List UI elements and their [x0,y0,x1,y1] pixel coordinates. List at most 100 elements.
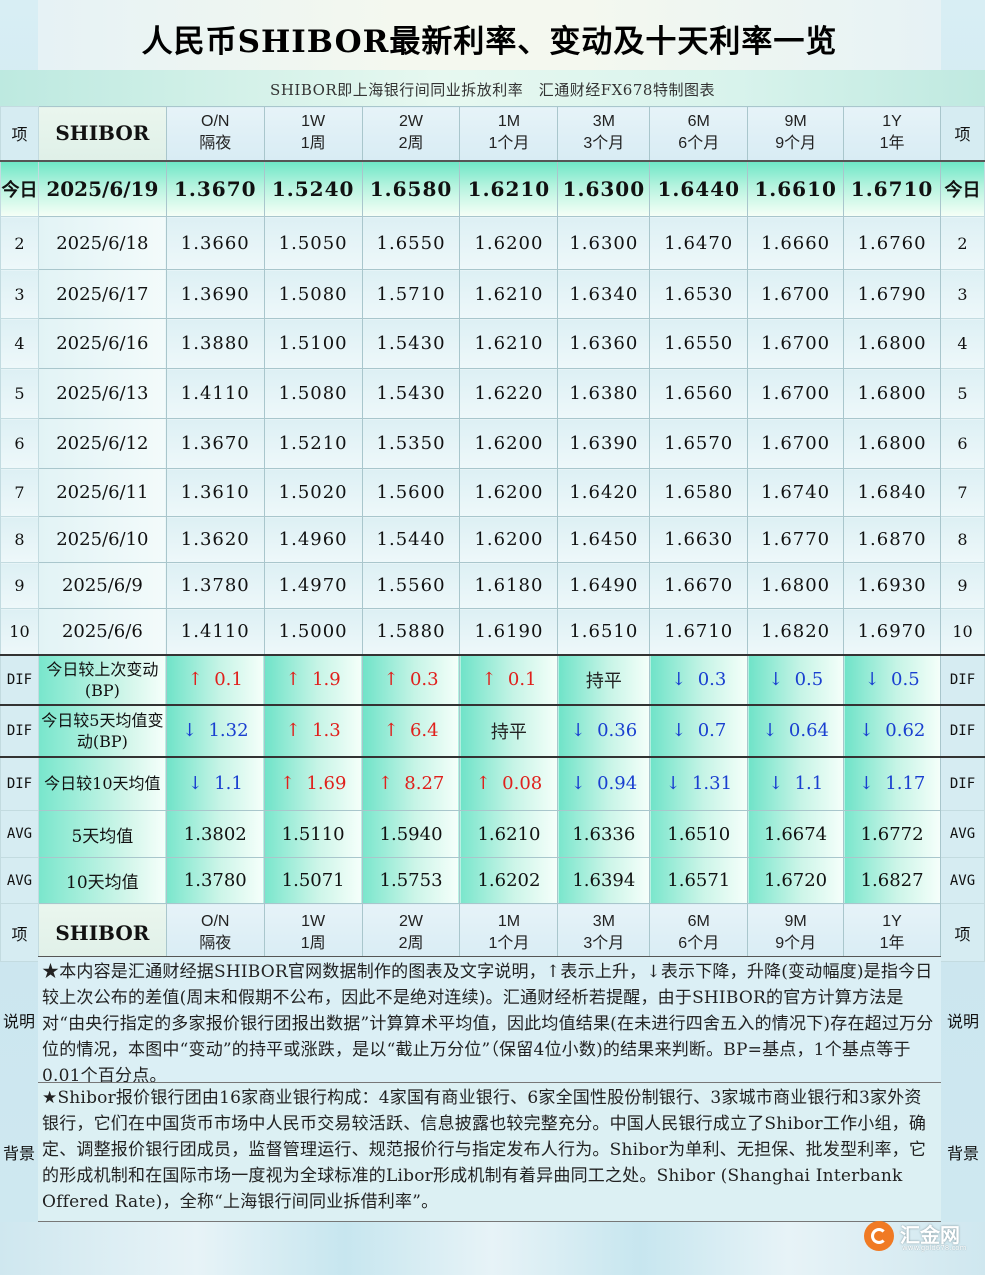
arrow-down-icon: ↓ [181,720,198,741]
dif-cell: ↓ 0.7 [649,704,749,757]
history-index-right: 6 [940,418,985,469]
dif-value: 0.7 [697,720,727,741]
dif-row: DIF 今日较10天均值 ↓ 1.1 ↑ 1.69 ↑ 8.27 ↑ 0.08 ↓ 0.94… [0,756,985,811]
avg-value: 1.5110 [263,810,363,858]
dif-value: 1.17 [885,773,926,795]
arrow-down-icon: ↓ [864,669,880,690]
history-index-right: 3 [940,269,985,319]
dif-value: 0.5 [794,669,824,690]
history-rate: 1.5100 [263,318,363,369]
term-code: 1Y [882,113,902,131]
header-term: 1Y 1年 [843,903,942,962]
term-code: 1W [301,113,326,131]
header-term: 2W 2周 [361,903,461,962]
history-rate: 1.6740 [747,468,845,517]
dif-value: 0.5 [891,669,920,690]
dif-value: 1.31 [691,773,733,795]
term-code: 2W [399,113,424,131]
table-header-row: 项 SHIBOR O/N 隔夜 1W 1周 2W 2周 1M 1个月 3M 3个月 6M 6个月 9M 9个月… [0,106,985,161]
today-rate: 1.6300 [557,160,651,217]
history-index: 3 [0,269,39,319]
today-rate: 1.6210 [459,160,559,217]
avg-side-label: AVG [0,857,39,904]
avg-value: 1.6772 [843,810,942,858]
history-index: 2 [0,216,39,270]
history-rate: 1.6700 [747,368,845,419]
history-rate: 1.5440 [361,516,461,563]
dif-value: 0.1 [214,669,243,690]
history-rate: 1.6490 [557,562,651,609]
today-side-label-right: 今日 [940,160,985,217]
dif-value: 0.3 [697,669,727,690]
arrow-up-icon: ↑ [475,773,491,795]
history-rate: 1.5430 [361,368,461,419]
dif-cell: ↑ 0.08 [459,756,559,811]
today-rate: 1.5240 [263,160,363,217]
history-rate: 1.5350 [361,418,461,469]
history-rate: 1.6200 [459,516,559,563]
table-footer-header-row: 项 SHIBOR O/N 隔夜 1W 1周 2W 2周 1M 1个月 3M 3个月 6M 6个月 9M 9个月… [0,903,985,962]
term-code: 1M [497,912,521,930]
history-rate: 1.6800 [843,418,942,469]
today-rate: 1.6440 [649,160,749,217]
history-rate: 1.4110 [165,608,265,655]
history-rate: 1.6340 [557,269,651,319]
history-rate: 1.6200 [459,216,559,270]
history-rate: 1.6800 [843,368,942,419]
history-rate: 1.3610 [165,468,265,517]
header-side-label: 项 [0,903,39,962]
history-rate: 1.3690 [165,269,265,319]
header-term: 1M 1个月 [459,903,559,962]
history-rate: 1.6190 [459,608,559,655]
arrow-up-icon: ↑ [377,773,393,795]
avg-value: 1.5940 [361,810,461,858]
history-rate: 1.3670 [165,418,265,469]
arrow-down-icon: ↓ [858,720,874,741]
today-side-label: 今日 [0,160,39,217]
header-term: 9M 9个月 [747,903,845,962]
avg-row: AVG 10天均值 1.3780 1.5071 1.5753 1.6202 1.6394 1.… [0,857,985,904]
header-term: 2W 2周 [361,106,461,161]
header-name: SHIBOR [37,106,167,161]
header-side-label: 项 [0,106,39,161]
history-index-right: 2 [940,216,985,270]
history-index-right: 10 [940,608,985,655]
dif-cell: ↓ 1.1 [747,756,845,811]
history-rate: 1.6930 [843,562,942,609]
dif-value: 1.1 [794,773,824,795]
dif-row-label: 今日较5天均值变动(BP) [37,704,167,757]
page-title: 人民币SHIBOR最新利率、变动及十天利率一览 [141,24,838,60]
history-index-right: 7 [940,468,985,517]
arrow-down-icon: ↓ [570,773,586,795]
history-rate: 1.3620 [165,516,265,563]
history-date: 2025/6/10 [37,516,167,563]
shibor-rate-chart: 人民币SHIBOR最新利率、变动及十天利率一览 SHIBOR即上海银行间同业拆放… [0,0,985,1275]
dif-row: DIF 今日较5天均值变动(BP) ↓ 1.32 ↑ 1.3 ↑ 6.4 持平 ↓ 0.36… [0,704,985,757]
dif-side-label-right: DIF [940,756,985,811]
dif-cell: ↓ 0.3 [649,654,749,705]
history-rate: 1.5210 [263,418,363,469]
history-rate: 1.3660 [165,216,265,270]
history-rate: 1.5000 [263,608,363,655]
history-rate: 1.6630 [649,516,749,563]
history-rate: 1.6710 [649,608,749,655]
dif-value: 0.62 [885,720,926,741]
term-code: 3M [592,912,615,930]
history-rate: 1.6670 [649,562,749,609]
term-code: 9M [784,912,807,930]
history-rate: 1.4970 [263,562,363,609]
site-logo[interactable]: 汇金网 www.gold678.com [862,1219,972,1255]
history-row: 8 2025/6/10 1.3620 1.4960 1.5440 1.6200 1.6450… [0,516,985,563]
header-term: 3M 3个月 [557,903,651,962]
avg-value: 1.6674 [747,810,845,858]
history-rate: 1.5430 [361,318,461,369]
history-row: 4 2025/6/16 1.3880 1.5100 1.5430 1.6210 1.6360… [0,318,985,369]
history-rate: 1.6220 [459,368,559,419]
history-rate: 1.6800 [843,318,942,369]
history-rate: 1.6970 [843,608,942,655]
note-side-background: 背景 [2,1144,35,1163]
dif-value: 1.32 [208,720,249,741]
dif-value: 0.08 [502,773,543,795]
header-term: 6M 6个月 [649,106,749,161]
logo-url: www.gold678.com [902,1244,967,1252]
